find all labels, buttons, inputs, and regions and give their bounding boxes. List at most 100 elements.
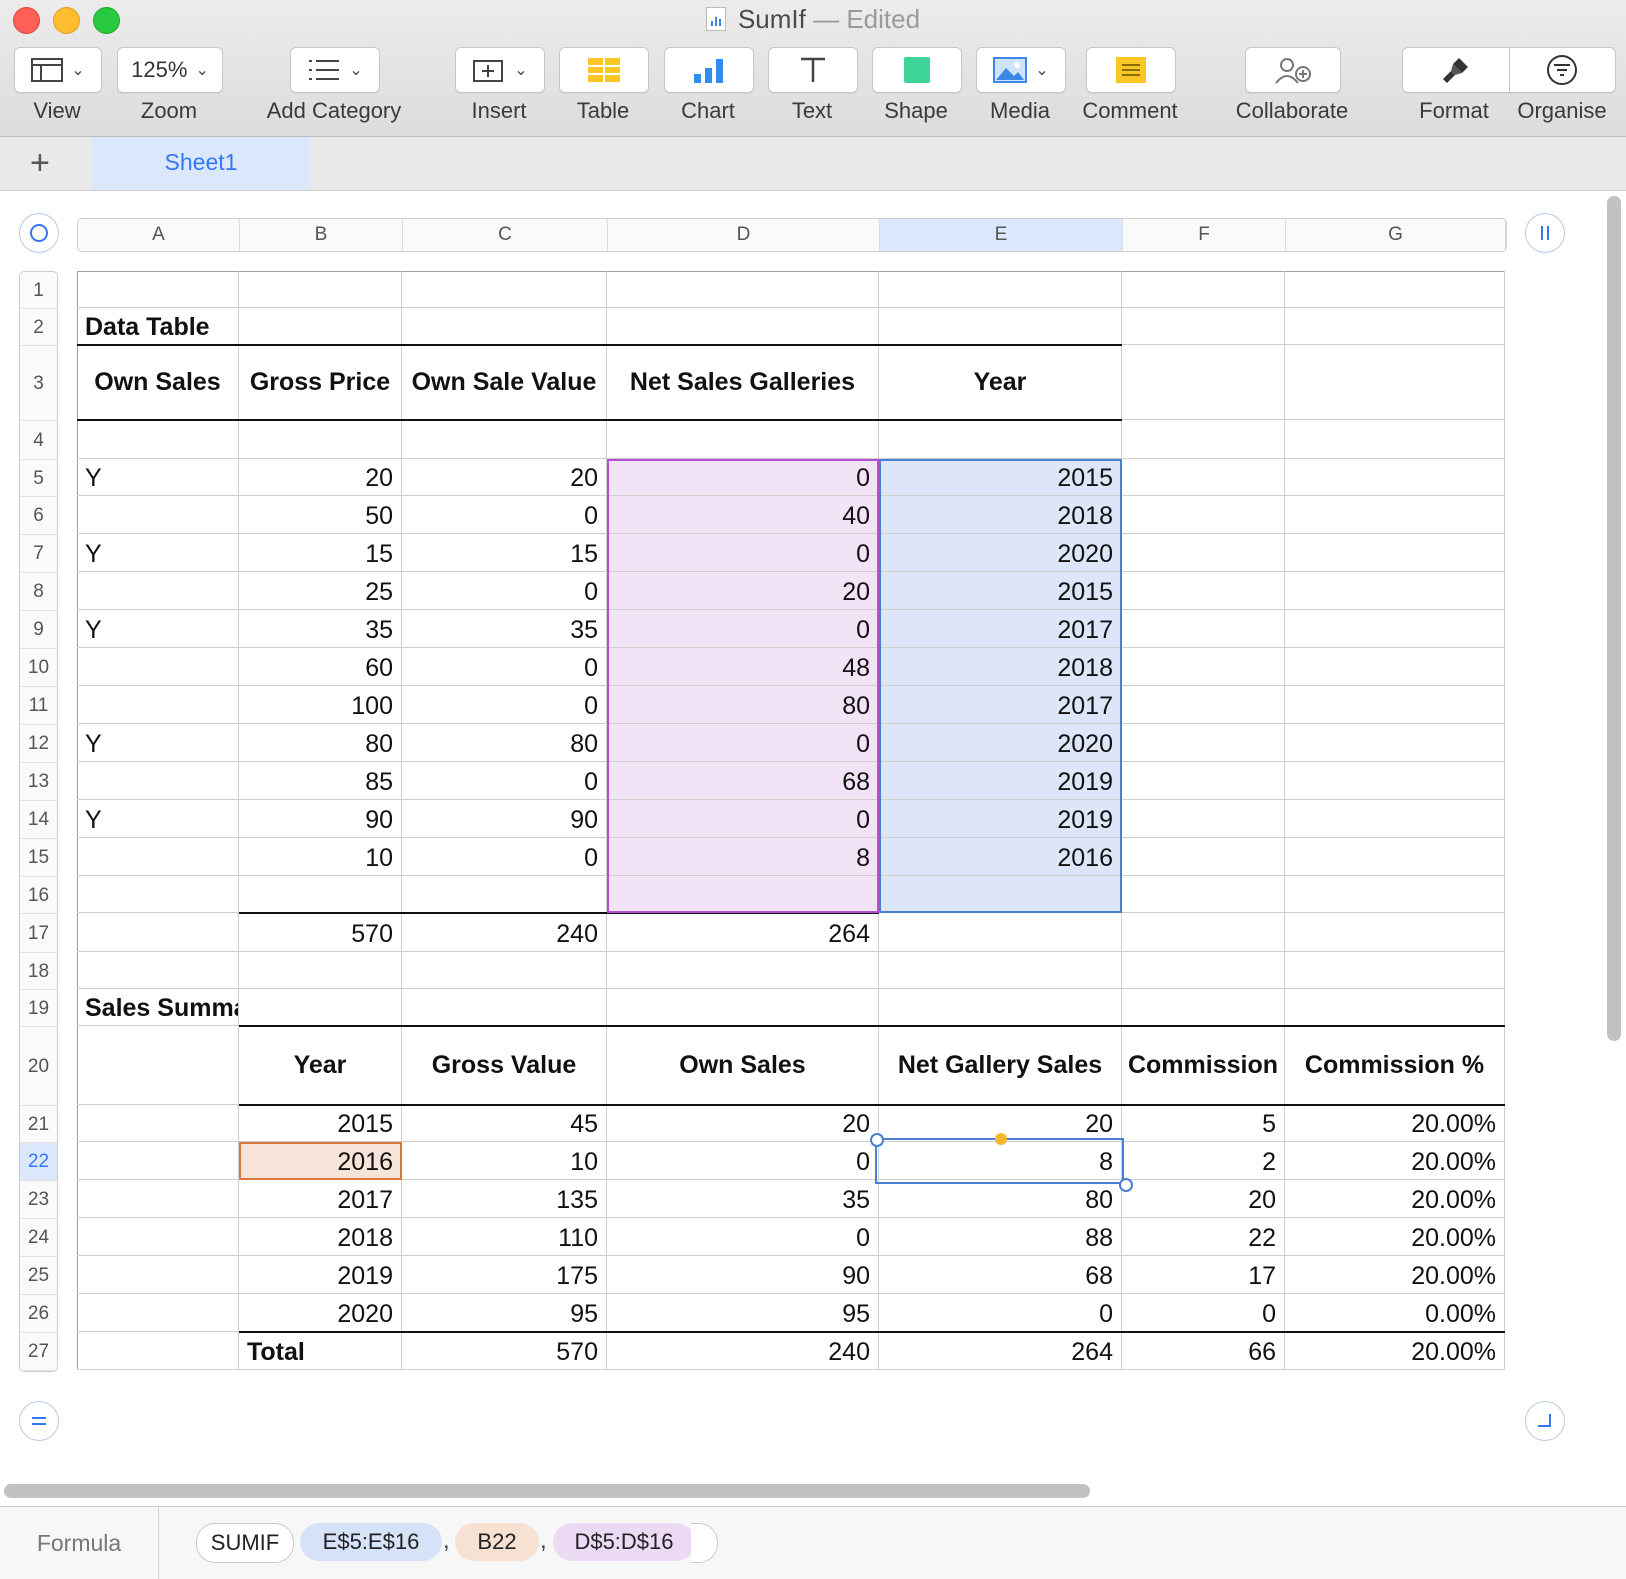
cell-c5[interactable]: 20: [402, 459, 607, 496]
cell-b27[interactable]: Total: [239, 1332, 402, 1370]
row-header-16[interactable]: 16: [20, 877, 57, 914]
cell-b9[interactable]: 35: [239, 610, 402, 648]
cell-a14[interactable]: Y: [77, 800, 239, 838]
cell-b14[interactable]: 90: [239, 800, 402, 838]
cell-a6[interactable]: [77, 496, 239, 534]
cell-d25[interactable]: 90: [607, 1256, 879, 1294]
cell-a23[interactable]: [77, 1180, 239, 1218]
cell-e20[interactable]: Net Gallery Sales: [879, 1026, 1122, 1105]
cell-a26[interactable]: [77, 1294, 239, 1332]
cell-c21[interactable]: 45: [402, 1105, 607, 1142]
cell-b20[interactable]: Year: [239, 1026, 402, 1105]
cell-b23[interactable]: 2017: [239, 1180, 402, 1218]
cell-d2[interactable]: [607, 308, 879, 345]
resize-table-handle[interactable]: [1525, 1401, 1565, 1441]
cell-b8[interactable]: 25: [239, 572, 402, 610]
cell-c20[interactable]: Gross Value: [402, 1026, 607, 1105]
cell-f16[interactable]: [1122, 876, 1285, 913]
column-header-a[interactable]: A: [78, 219, 240, 251]
cell-c24[interactable]: 110: [402, 1218, 607, 1256]
cell-c10[interactable]: 0: [402, 648, 607, 686]
row-header-19[interactable]: 19: [20, 990, 57, 1027]
horizontal-scrollbar[interactable]: [4, 1484, 1090, 1498]
cell-b13[interactable]: 85: [239, 762, 402, 800]
cell-d23[interactable]: 35: [607, 1180, 879, 1218]
cell-a8[interactable]: [77, 572, 239, 610]
cell-d22[interactable]: 0: [607, 1142, 879, 1180]
cell-d4[interactable]: [607, 420, 879, 459]
row-header-13[interactable]: 13: [20, 763, 57, 801]
cell-a10[interactable]: [77, 648, 239, 686]
tab-sheet1[interactable]: Sheet1: [92, 137, 310, 190]
cell-d17[interactable]: 264: [607, 913, 879, 952]
cell-f21[interactable]: 5: [1122, 1105, 1285, 1142]
collaborate-button[interactable]: [1245, 47, 1341, 93]
column-header-d[interactable]: D: [608, 219, 880, 251]
cell-b7[interactable]: 15: [239, 534, 402, 572]
cell-c26[interactable]: 95: [402, 1294, 607, 1332]
row-header-7[interactable]: 7: [20, 535, 57, 573]
cell-g26[interactable]: 0.00%: [1285, 1294, 1505, 1332]
cell-c8[interactable]: 0: [402, 572, 607, 610]
cell-g5[interactable]: [1285, 459, 1505, 496]
column-header-e[interactable]: E: [880, 219, 1123, 251]
cell-a9[interactable]: Y: [77, 610, 239, 648]
cell-g9[interactable]: [1285, 610, 1505, 648]
cell-a1[interactable]: [77, 271, 239, 308]
cell-c9[interactable]: 35: [402, 610, 607, 648]
cell-c6[interactable]: 0: [402, 496, 607, 534]
cell-b16[interactable]: [239, 876, 402, 913]
cell-b21[interactable]: 2015: [239, 1105, 402, 1142]
row-header-24[interactable]: 24: [20, 1219, 57, 1257]
row-header-2[interactable]: 2: [20, 309, 57, 346]
cell-g25[interactable]: 20.00%: [1285, 1256, 1505, 1294]
cell-b18[interactable]: [239, 952, 402, 989]
row-header-6[interactable]: 6: [20, 497, 57, 535]
cell-a4[interactable]: [77, 420, 239, 459]
cell-g23[interactable]: 20.00%: [1285, 1180, 1505, 1218]
cell-a22[interactable]: [77, 1142, 239, 1180]
row-header-17[interactable]: 17: [20, 914, 57, 953]
cell-g1[interactable]: [1285, 271, 1505, 308]
cell-c17[interactable]: 240: [402, 913, 607, 952]
cell-g22[interactable]: 20.00%: [1285, 1142, 1505, 1180]
cell-f13[interactable]: [1122, 762, 1285, 800]
cell-a17[interactable]: [77, 913, 239, 952]
cell-a19[interactable]: Sales Summary: [77, 989, 239, 1026]
cell-b24[interactable]: 2018: [239, 1218, 402, 1256]
row-header-11[interactable]: 11: [20, 687, 57, 725]
format-button[interactable]: [1404, 48, 1510, 92]
selection-handle-top-left[interactable]: [870, 1133, 884, 1147]
row-header-20[interactable]: 20: [20, 1027, 57, 1106]
cell-a24[interactable]: [77, 1218, 239, 1256]
cell-e26[interactable]: 0: [879, 1294, 1122, 1332]
cell-c3[interactable]: Own Sale Value: [402, 345, 607, 420]
cell-g20[interactable]: Commission %: [1285, 1026, 1505, 1105]
cell-b17[interactable]: 570: [239, 913, 402, 952]
cell-e27[interactable]: 264: [879, 1332, 1122, 1370]
cell-f6[interactable]: [1122, 496, 1285, 534]
column-header-c[interactable]: C: [403, 219, 608, 251]
cell-g16[interactable]: [1285, 876, 1505, 913]
cell-a13[interactable]: [77, 762, 239, 800]
cell-g13[interactable]: [1285, 762, 1505, 800]
cell-f11[interactable]: [1122, 686, 1285, 724]
cell-a11[interactable]: [77, 686, 239, 724]
column-header-b[interactable]: B: [240, 219, 403, 251]
row-header-22[interactable]: 22: [20, 1143, 57, 1181]
cell-c1[interactable]: [402, 271, 607, 308]
cell-d24[interactable]: 0: [607, 1218, 879, 1256]
cell-e17[interactable]: [879, 913, 1122, 952]
cell-g8[interactable]: [1285, 572, 1505, 610]
cell-f5[interactable]: [1122, 459, 1285, 496]
formula-arg-criteria-cell[interactable]: B22: [455, 1523, 539, 1561]
cell-b19[interactable]: [239, 989, 402, 1026]
cell-e19[interactable]: [879, 989, 1122, 1026]
text-button[interactable]: [768, 47, 858, 93]
cell-c18[interactable]: [402, 952, 607, 989]
row-header-15[interactable]: 15: [20, 839, 57, 877]
add-category-button[interactable]: ⌄: [290, 47, 380, 93]
add-column-handle[interactable]: [1525, 213, 1565, 253]
cell-c14[interactable]: 90: [402, 800, 607, 838]
cell-f10[interactable]: [1122, 648, 1285, 686]
